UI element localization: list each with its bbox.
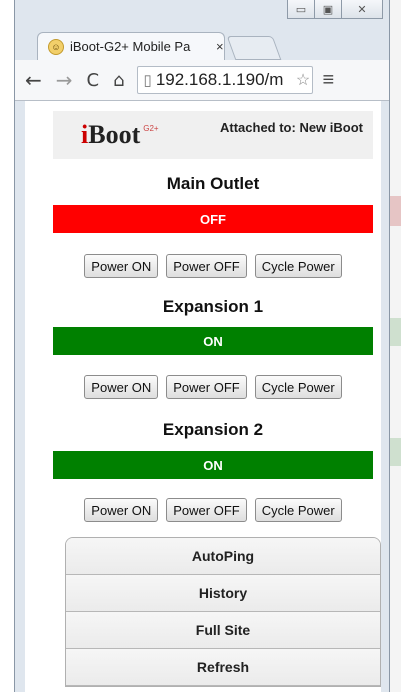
menu-item-full-site[interactable]: Full Site — [66, 612, 380, 649]
outlet-status-bar: ON — [53, 327, 373, 355]
restore-button[interactable]: ▣ — [314, 0, 342, 19]
browser-window: ▭ ▣ ✕ ☺ iBoot-G2+ Mobile Pa × ← → C ⌂ ▯ … — [14, 0, 390, 692]
attached-label: Attached to: New iBoot — [220, 120, 363, 135]
outlet-title: Main Outlet — [166, 174, 260, 193]
browser-toolbar: ← → C ⌂ ▯ 192.168.1.190/m ☆ ≡ — [15, 60, 389, 101]
power-off-button[interactable]: Power OFF — [166, 254, 247, 278]
tab-title: iBoot-G2+ Mobile Pa — [70, 39, 191, 54]
outlet-button-row: Power ON Power OFF Cycle Power — [53, 375, 373, 399]
menu-item-autoping[interactable]: AutoPing — [66, 538, 380, 575]
cycle-power-button[interactable]: Cycle Power — [254, 375, 342, 399]
close-window-button[interactable]: ✕ — [341, 0, 383, 19]
power-off-button[interactable]: Power OFF — [166, 498, 247, 522]
reload-icon[interactable]: C — [87, 70, 100, 91]
cycle-power-button[interactable]: Cycle Power — [254, 498, 342, 522]
url-text: 192.168.1.190/m — [155, 70, 284, 89]
outlet-status-bar: OFF — [53, 205, 373, 233]
menu-icon[interactable]: ≡ — [323, 69, 335, 92]
outlet-button-row: Power ON Power OFF Cycle Power — [53, 254, 373, 278]
page-header: i Boot G2+ Attached to: New iBoot — [53, 111, 373, 159]
favicon-icon: ☺ — [48, 38, 64, 55]
cycle-power-button[interactable]: Cycle Power — [254, 254, 342, 278]
forward-icon[interactable]: → — [56, 68, 73, 92]
new-tab-button[interactable] — [226, 36, 282, 60]
bookmark-star-icon[interactable]: ☆ — [296, 70, 310, 90]
home-icon[interactable]: ⌂ — [113, 70, 124, 91]
page-content: i Boot G2+ Attached to: New iBoot Main Out… — [25, 101, 381, 692]
close-tab-icon[interactable]: × — [216, 39, 224, 54]
outlet-button-row: Power ON Power OFF Cycle Power — [53, 498, 373, 522]
outlet-title: Expansion 2 — [162, 420, 264, 439]
outlet-status-bar: ON — [53, 451, 373, 479]
back-icon[interactable]: ← — [25, 68, 42, 92]
menu-item-history[interactable]: History — [66, 575, 380, 612]
power-on-button[interactable]: Power ON — [84, 254, 159, 278]
power-on-button[interactable]: Power ON — [84, 375, 159, 399]
menu-item-refresh[interactable]: Refresh — [66, 649, 380, 686]
page-icon: ▯ — [143, 72, 152, 89]
outlet-title: Expansion 1 — [162, 297, 264, 316]
nav-menu: AutoPing History Full Site Refresh — [65, 537, 381, 687]
power-on-button[interactable]: Power ON — [84, 498, 159, 522]
iboot-logo: i Boot G2+ — [81, 120, 159, 149]
power-off-button[interactable]: Power OFF — [166, 375, 247, 399]
minimize-button[interactable]: ▭ — [287, 0, 315, 19]
address-bar[interactable]: ▯ 192.168.1.190/m ☆ — [136, 66, 313, 94]
title-bar: ▭ ▣ ✕ — [15, 0, 389, 30]
browser-tab[interactable]: ☺ iBoot-G2+ Mobile Pa × — [37, 32, 225, 60]
window-controls: ▭ ▣ ✕ — [287, 0, 383, 19]
